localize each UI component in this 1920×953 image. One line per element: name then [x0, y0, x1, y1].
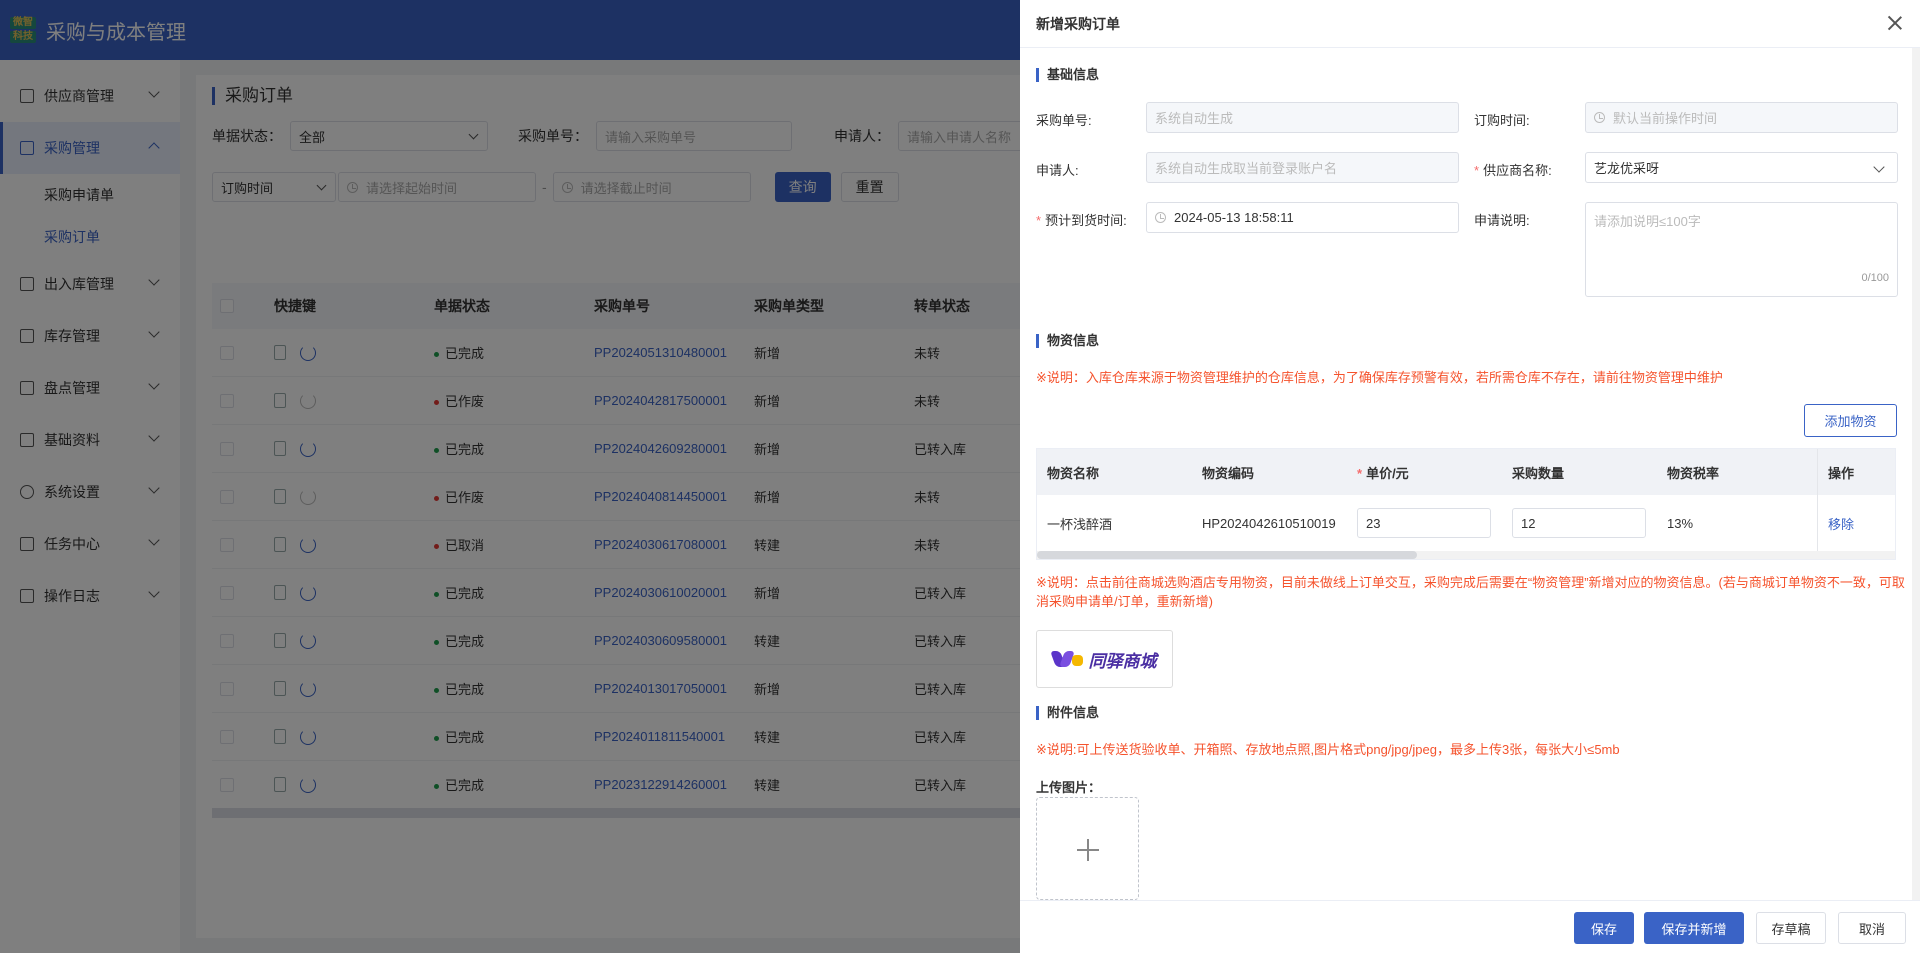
- drawer-header: 新增采购订单: [1020, 0, 1920, 48]
- remark-placeholder: 请添加说明≤100字: [1594, 214, 1701, 229]
- close-icon[interactable]: [1886, 14, 1904, 32]
- supplier-select[interactable]: 艺龙优采呀: [1585, 152, 1898, 183]
- remove-link[interactable]: 移除: [1828, 514, 1854, 533]
- mall-logo-icon: [1049, 649, 1083, 669]
- col-tax-rate: 物资税率: [1667, 465, 1720, 481]
- supplier-label: * 供应商名称:: [1474, 160, 1552, 179]
- upload-image-button[interactable]: [1036, 797, 1139, 900]
- order-time-field-placeholder: 默认当前操作时间: [1613, 111, 1718, 126]
- order-no-label: 采购单号:: [1036, 113, 1092, 128]
- col-material-name: 物资名称: [1047, 465, 1100, 481]
- arrival-label-text: 预计到货时间:: [1045, 213, 1127, 228]
- col-quantity: 采购数量: [1512, 465, 1565, 481]
- material-note: ※说明：入库仓库来源于物资管理维护的仓库信息，为了确保库存预警有效，若所需仓库不…: [1036, 370, 1723, 385]
- mall-note: ※说明：点击前往商城选购酒店专用物资，目前未做线上订单交互，采购完成后需要在“物…: [1036, 575, 1905, 609]
- required-mark: *: [1357, 465, 1363, 481]
- drawer-title: 新增采购订单: [1036, 15, 1120, 32]
- section-basic-title: 基础信息: [1036, 68, 1099, 82]
- material-table-scrollbar[interactable]: [1037, 551, 1895, 559]
- upload-label: 上传图片：: [1036, 780, 1102, 795]
- material-name: 一杯浅醉酒: [1047, 516, 1113, 532]
- arrival-time-field[interactable]: 2024-05-13 18:58:11: [1146, 202, 1459, 233]
- material-table: 物资名称 物资编码 * 单价/元 采购数量 物资税率 操作 一杯浅醉酒 HP202…: [1036, 448, 1896, 560]
- save-and-new-button[interactable]: 保存并新增: [1644, 912, 1744, 944]
- save-draft-button[interactable]: 存草稿: [1756, 912, 1826, 944]
- col-unit-price: * 单价/元: [1347, 463, 1502, 482]
- drawer-footer: 保存 保存并新增 存草稿 取消: [1020, 900, 1920, 953]
- quantity-cell: 12: [1502, 508, 1657, 538]
- cancel-button[interactable]: 取消: [1838, 912, 1906, 944]
- clock-icon: [1594, 112, 1605, 123]
- applicant-field-placeholder: 系统自动生成取当前登录账户名: [1155, 161, 1338, 176]
- arrival-time-value: 2024-05-13 18:58:11: [1174, 210, 1294, 225]
- material-table-header: 物资名称 物资编码 * 单价/元 采购数量 物资税率 操作: [1037, 449, 1895, 495]
- tax-rate: 13%: [1667, 515, 1694, 531]
- col-material-code: 物资编码: [1202, 465, 1255, 481]
- arrival-time-label: * 预计到货时间:: [1036, 210, 1127, 229]
- add-material-button[interactable]: 添加物资: [1804, 404, 1897, 437]
- attach-note: ※说明:可上传送货验收单、开箱照、存放地点照,图片格式png/jpg/jpeg，…: [1036, 742, 1620, 757]
- save-button[interactable]: 保存: [1574, 912, 1634, 944]
- required-mark: *: [1474, 163, 1480, 178]
- remark-textarea[interactable]: 请添加说明≤100字 0/100: [1585, 202, 1898, 297]
- order-time-label: 订购时间:: [1474, 113, 1530, 128]
- unit-price-cell: 23: [1347, 508, 1502, 538]
- required-mark: *: [1036, 213, 1042, 228]
- col-operation: 操作: [1817, 449, 1897, 495]
- section-material-title: 物资信息: [1036, 334, 1099, 348]
- applicant-label: 申请人:: [1036, 163, 1079, 178]
- material-code: HP2024042610510019: [1202, 515, 1336, 531]
- order-time-field: 默认当前操作时间: [1585, 102, 1898, 133]
- applicant-field: 系统自动生成取当前登录账户名: [1146, 152, 1459, 183]
- supplier-select-value: 艺龙优采呀: [1594, 161, 1660, 176]
- operation-cell: 移除: [1817, 495, 1897, 551]
- material-row: 一杯浅醉酒 HP2024042610510019 23 12 13% 移除: [1037, 495, 1895, 551]
- remark-counter: 0/100: [1861, 272, 1889, 284]
- section-attach-title: 附件信息: [1036, 706, 1099, 720]
- order-no-field-placeholder: 系统自动生成: [1155, 111, 1234, 126]
- remark-label: 申请说明:: [1474, 213, 1530, 228]
- clock-icon: [1155, 212, 1166, 223]
- drawer-scrollbar[interactable]: [1912, 48, 1920, 900]
- new-order-drawer: 新增采购订单 基础信息 采购单号: 系统自动生成 订购时间: 默认当前操作时间 …: [1020, 0, 1920, 953]
- mall-logo-button[interactable]: 同驿商城: [1036, 630, 1173, 688]
- quantity-input[interactable]: 12: [1512, 508, 1646, 538]
- col-unit-price-text: 单价/元: [1366, 465, 1409, 481]
- mall-name: 同驿商城: [1088, 651, 1157, 671]
- supplier-label-text: 供应商名称:: [1483, 163, 1552, 178]
- unit-price-input[interactable]: 23: [1357, 508, 1491, 538]
- order-no-field: 系统自动生成: [1146, 102, 1459, 133]
